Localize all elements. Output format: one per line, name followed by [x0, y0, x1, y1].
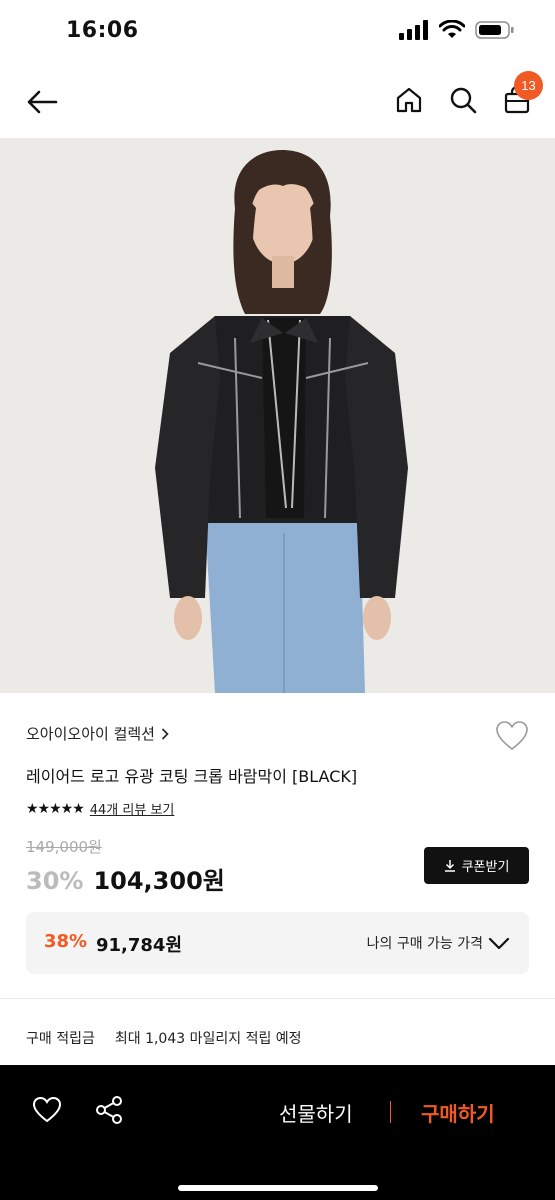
original-price: 149,000원: [26, 838, 102, 856]
nav-bar: 13: [0, 66, 555, 138]
cart-count-badge: 13: [514, 71, 543, 100]
product-name: 레이어드 로고 유광 코팅 크롭 바람막이 [BLACK]: [26, 767, 358, 786]
my-price-label: 나의 구매 가능 가격: [366, 936, 483, 952]
share-icon: [96, 1096, 122, 1124]
back-button[interactable]: [22, 82, 62, 122]
battery-icon: [475, 21, 514, 39]
coupon-label: 쿠폰받기: [461, 860, 510, 875]
model-wearing-jacket-illustration: [0, 138, 555, 693]
sale-price: 104,300원: [93, 867, 225, 895]
my-discount-rate: 38%: [44, 931, 88, 952]
status-icons: [399, 20, 515, 40]
chevron-down-icon: [488, 937, 510, 950]
my-price: 91,784원: [96, 935, 183, 956]
download-icon: [444, 860, 455, 872]
brand-name: 오아이오아이 컬렉션: [26, 725, 155, 743]
search-button[interactable]: [447, 80, 479, 120]
share-button[interactable]: [94, 1095, 124, 1125]
status-bar: 16:06: [0, 0, 555, 66]
bottom-separator: [390, 1101, 391, 1123]
home-icon: [396, 87, 422, 113]
heart-outline-icon: [32, 1096, 62, 1123]
wifi-icon: [439, 20, 465, 38]
signal-icon: [399, 20, 428, 40]
my-price-box[interactable]: 38% 91,784원 나의 구매 가능 가격: [26, 912, 529, 974]
home-indicator: [178, 1185, 378, 1191]
points-value: 최대 1,043 마일리지 적립 예정: [114, 1031, 302, 1047]
search-icon: [450, 87, 477, 114]
review-link[interactable]: 44개 리뷰 보기: [90, 799, 175, 818]
status-time: 16:06: [66, 18, 139, 43]
gift-button[interactable]: 선물하기: [279, 1098, 353, 1127]
nav-actions: 13: [393, 71, 543, 120]
chevron-right-icon: [161, 727, 169, 740]
arrow-left-icon: [27, 90, 58, 114]
wishlist-button[interactable]: [495, 719, 529, 753]
star-rating: ★★★★★: [26, 800, 85, 817]
rating-row: ★★★★★ 44개 리뷰 보기: [26, 799, 175, 819]
price-row: 30% 104,300원: [26, 861, 225, 896]
points-row: 구매 적립금 최대 1,043 마일리지 적립 예정: [26, 1028, 302, 1048]
home-button[interactable]: [393, 80, 425, 120]
product-image[interactable]: [0, 138, 555, 693]
points-label: 구매 적립금: [26, 1031, 95, 1047]
cart-button[interactable]: 13: [501, 71, 543, 120]
divider: [0, 998, 555, 999]
bottom-wishlist-button[interactable]: [32, 1095, 62, 1125]
coupon-button[interactable]: 쿠폰받기: [424, 847, 529, 884]
bottom-action-bar: 선물하기 구매하기: [0, 1065, 555, 1200]
buy-button[interactable]: 구매하기: [421, 1098, 495, 1127]
heart-outline-icon: [496, 721, 528, 751]
discount-rate: 30%: [26, 867, 84, 895]
brand-link[interactable]: 오아이오아이 컬렉션: [26, 723, 169, 744]
